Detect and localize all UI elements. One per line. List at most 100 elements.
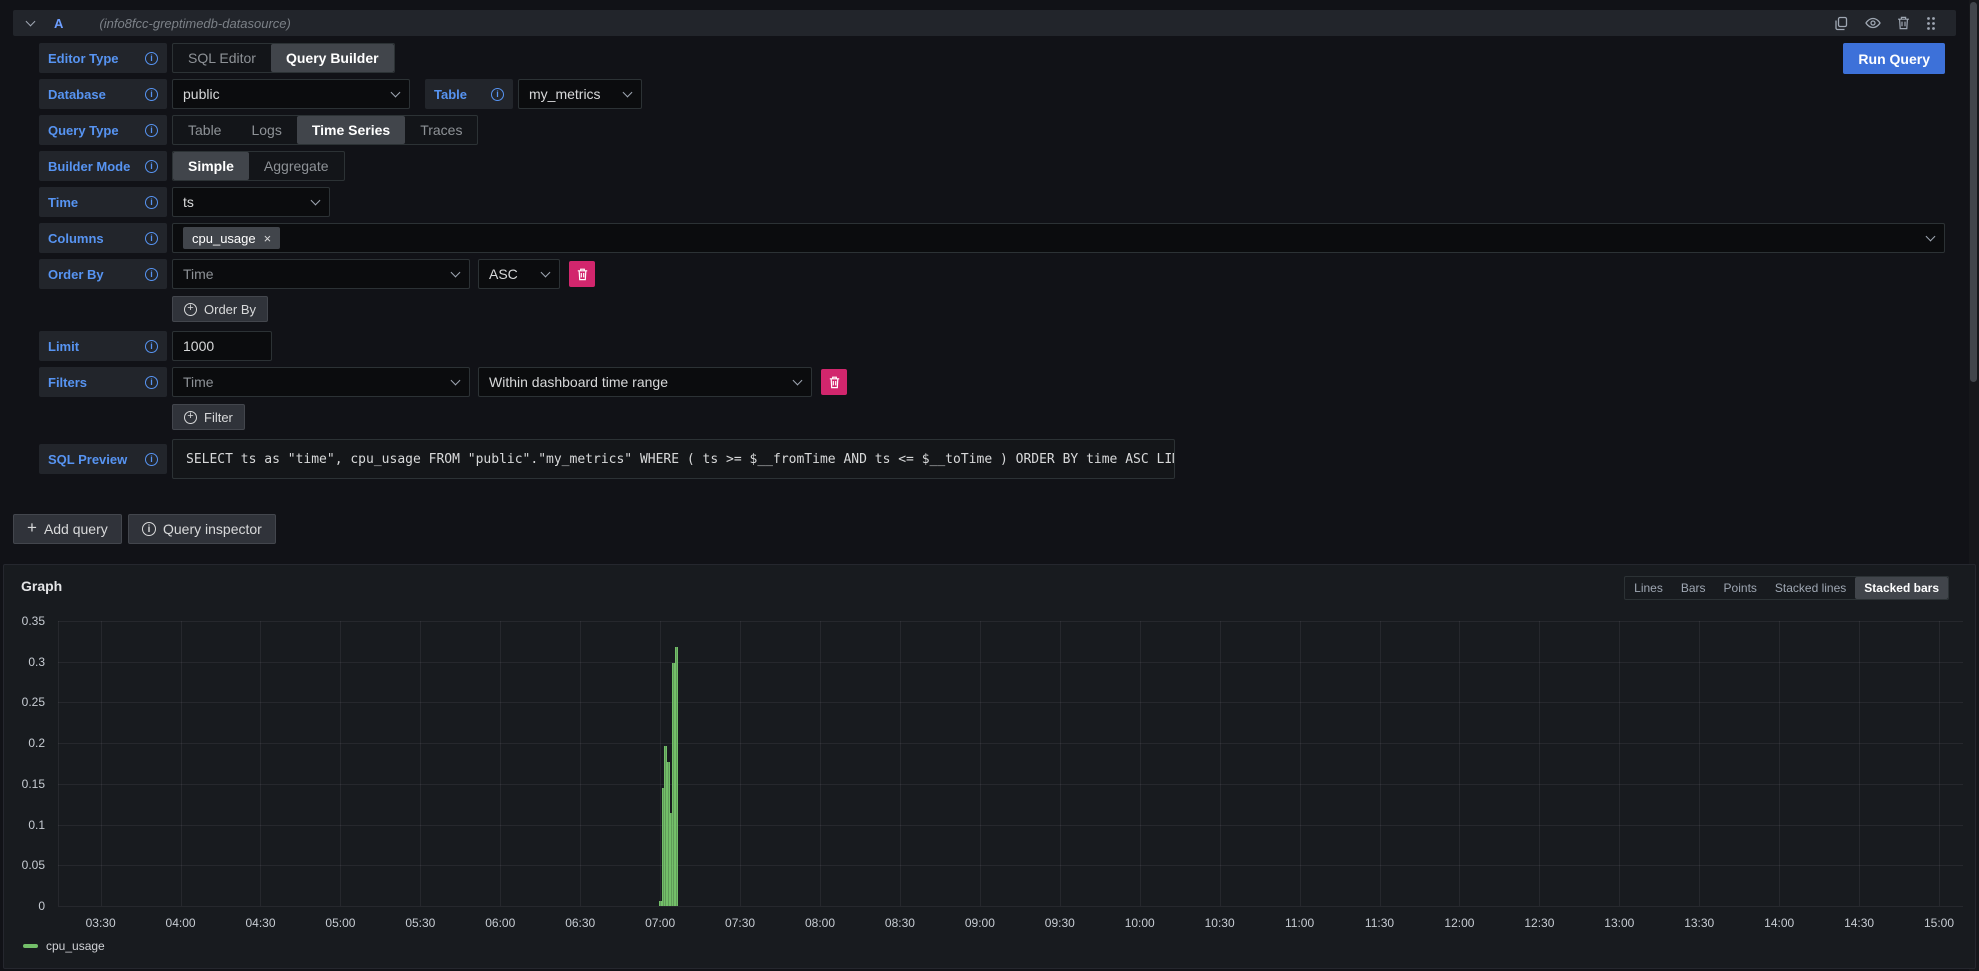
columns-multiselect[interactable]: cpu_usage × — [172, 223, 1945, 253]
sql-preview-box: SELECT ts as "time", cpu_usage FROM "pub… — [172, 439, 1175, 479]
add-filter-button[interactable]: Filter — [172, 404, 245, 430]
row-builder-mode: Builder Mode Simple Aggregate — [0, 151, 1979, 181]
graph-mode-group: Lines Bars Points Stacked lines Stacked … — [1624, 576, 1949, 600]
x-axis-tick-label: 05:30 — [392, 916, 448, 930]
chart-legend: cpu_usage — [23, 939, 105, 953]
info-icon[interactable] — [145, 340, 158, 353]
circle-plus-icon — [184, 303, 197, 316]
gridline-vertical — [1859, 621, 1860, 906]
info-icon[interactable] — [145, 232, 158, 245]
builder-mode-option-aggregate[interactable]: Aggregate — [249, 152, 344, 180]
field-label-filters: Filters — [39, 367, 167, 397]
query-type-option-logs[interactable]: Logs — [236, 116, 296, 144]
legend-series-label[interactable]: cpu_usage — [46, 939, 105, 953]
x-axis-tick-label: 07:00 — [632, 916, 688, 930]
limit-input[interactable]: 1000 — [172, 331, 272, 361]
info-icon[interactable] — [145, 124, 158, 137]
remove-order-by-button[interactable] — [569, 261, 595, 287]
builder-mode-group: Simple Aggregate — [172, 151, 345, 181]
query-type-option-time-series[interactable]: Time Series — [297, 116, 405, 144]
x-axis-tick-label: 05:00 — [312, 916, 368, 930]
editor-type-option-query-builder[interactable]: Query Builder — [271, 44, 394, 72]
database-select[interactable]: public — [172, 79, 410, 109]
field-label-table: Table — [425, 79, 513, 109]
trash-icon — [829, 376, 840, 389]
row-limit: Limit 1000 — [0, 331, 1979, 361]
chevron-down-icon — [541, 268, 551, 278]
collapse-chevron-icon[interactable] — [26, 17, 36, 27]
row-sql-preview: SQL Preview SELECT ts as "time", cpu_usa… — [0, 439, 1979, 479]
filter-condition-select[interactable]: Within dashboard time range — [478, 367, 812, 397]
info-icon[interactable] — [145, 196, 158, 209]
gridline-vertical — [1380, 621, 1381, 906]
gridline-horizontal — [58, 702, 1963, 703]
order-by-direction-select[interactable]: ASC — [478, 259, 560, 289]
gridline-vertical — [1539, 621, 1540, 906]
query-type-option-table[interactable]: Table — [173, 116, 236, 144]
info-icon[interactable] — [145, 453, 158, 466]
x-axis-tick-label: 04:00 — [153, 916, 209, 930]
gridline-vertical — [1459, 621, 1460, 906]
circle-plus-icon — [184, 411, 197, 424]
info-icon[interactable] — [145, 160, 158, 173]
trash-icon — [577, 268, 588, 281]
info-icon[interactable] — [145, 88, 158, 101]
builder-mode-option-simple[interactable]: Simple — [173, 152, 249, 180]
gridline-horizontal — [58, 906, 1963, 907]
drag-handle-icon[interactable] — [1926, 16, 1936, 31]
gridline-vertical — [1300, 621, 1301, 906]
x-axis-tick-label: 07:30 — [712, 916, 768, 930]
graph-mode-stacked-lines[interactable]: Stacked lines — [1766, 577, 1855, 599]
x-axis-tick-label: 09:30 — [1032, 916, 1088, 930]
y-axis-tick-label: 0.2 — [0, 736, 45, 750]
gridline-vertical — [181, 621, 182, 906]
graph-mode-stacked-bars[interactable]: Stacked bars — [1855, 577, 1948, 599]
info-icon[interactable] — [145, 52, 158, 65]
gridline-vertical — [1619, 621, 1620, 906]
gridline-horizontal — [58, 825, 1963, 826]
x-axis-tick-label: 14:30 — [1831, 916, 1887, 930]
table-select[interactable]: my_metrics — [518, 79, 642, 109]
gridline-vertical — [1220, 621, 1221, 906]
info-icon[interactable] — [145, 268, 158, 281]
chevron-down-icon — [311, 196, 321, 206]
graph-mode-points[interactable]: Points — [1715, 577, 1766, 599]
query-ref-id: A — [54, 16, 63, 31]
order-by-column-select[interactable]: Time — [172, 259, 470, 289]
query-header-actions — [1834, 16, 1936, 31]
field-label-query-type: Query Type — [39, 115, 167, 145]
gridline-vertical — [1699, 621, 1700, 906]
remove-column-icon[interactable]: × — [264, 231, 272, 246]
add-order-by-button[interactable]: Order By — [172, 296, 268, 322]
query-row-header[interactable]: A (info8fcc-greptimedb-datasource) — [13, 10, 1956, 36]
time-column-select[interactable]: ts — [172, 187, 330, 217]
remove-filter-button[interactable] — [821, 369, 847, 395]
x-axis-tick-label: 10:30 — [1192, 916, 1248, 930]
field-label-editor-type: Editor Type — [39, 43, 167, 73]
query-type-option-traces[interactable]: Traces — [405, 116, 477, 144]
graph-panel-title: Graph — [21, 578, 62, 594]
graph-mode-bars[interactable]: Bars — [1672, 577, 1715, 599]
delete-query-icon[interactable] — [1897, 16, 1910, 30]
field-label-limit: Limit — [39, 331, 167, 361]
query-inspector-button[interactable]: Query inspector — [128, 514, 276, 544]
duplicate-query-icon[interactable] — [1834, 16, 1849, 31]
gridline-vertical — [340, 621, 341, 906]
y-axis-tick-label: 0.35 — [0, 614, 45, 628]
info-icon[interactable] — [145, 376, 158, 389]
gridline-vertical — [500, 621, 501, 906]
x-axis-tick-label: 13:30 — [1671, 916, 1727, 930]
x-axis-tick-label: 11:00 — [1272, 916, 1328, 930]
row-filters: Filters Time Within dashboard time range — [0, 367, 1979, 397]
filter-column-select[interactable]: Time — [172, 367, 470, 397]
graph-mode-lines[interactable]: Lines — [1625, 577, 1672, 599]
info-icon[interactable] — [491, 88, 504, 101]
eye-icon[interactable] — [1865, 17, 1881, 29]
gridline-vertical — [900, 621, 901, 906]
legend-swatch — [23, 944, 38, 948]
add-query-button[interactable]: + Add query — [13, 514, 122, 544]
x-axis-tick-label: 10:00 — [1112, 916, 1168, 930]
field-label-sql-preview: SQL Preview — [39, 444, 167, 474]
gridline-vertical — [260, 621, 261, 906]
editor-type-option-sql-editor[interactable]: SQL Editor — [173, 44, 271, 72]
